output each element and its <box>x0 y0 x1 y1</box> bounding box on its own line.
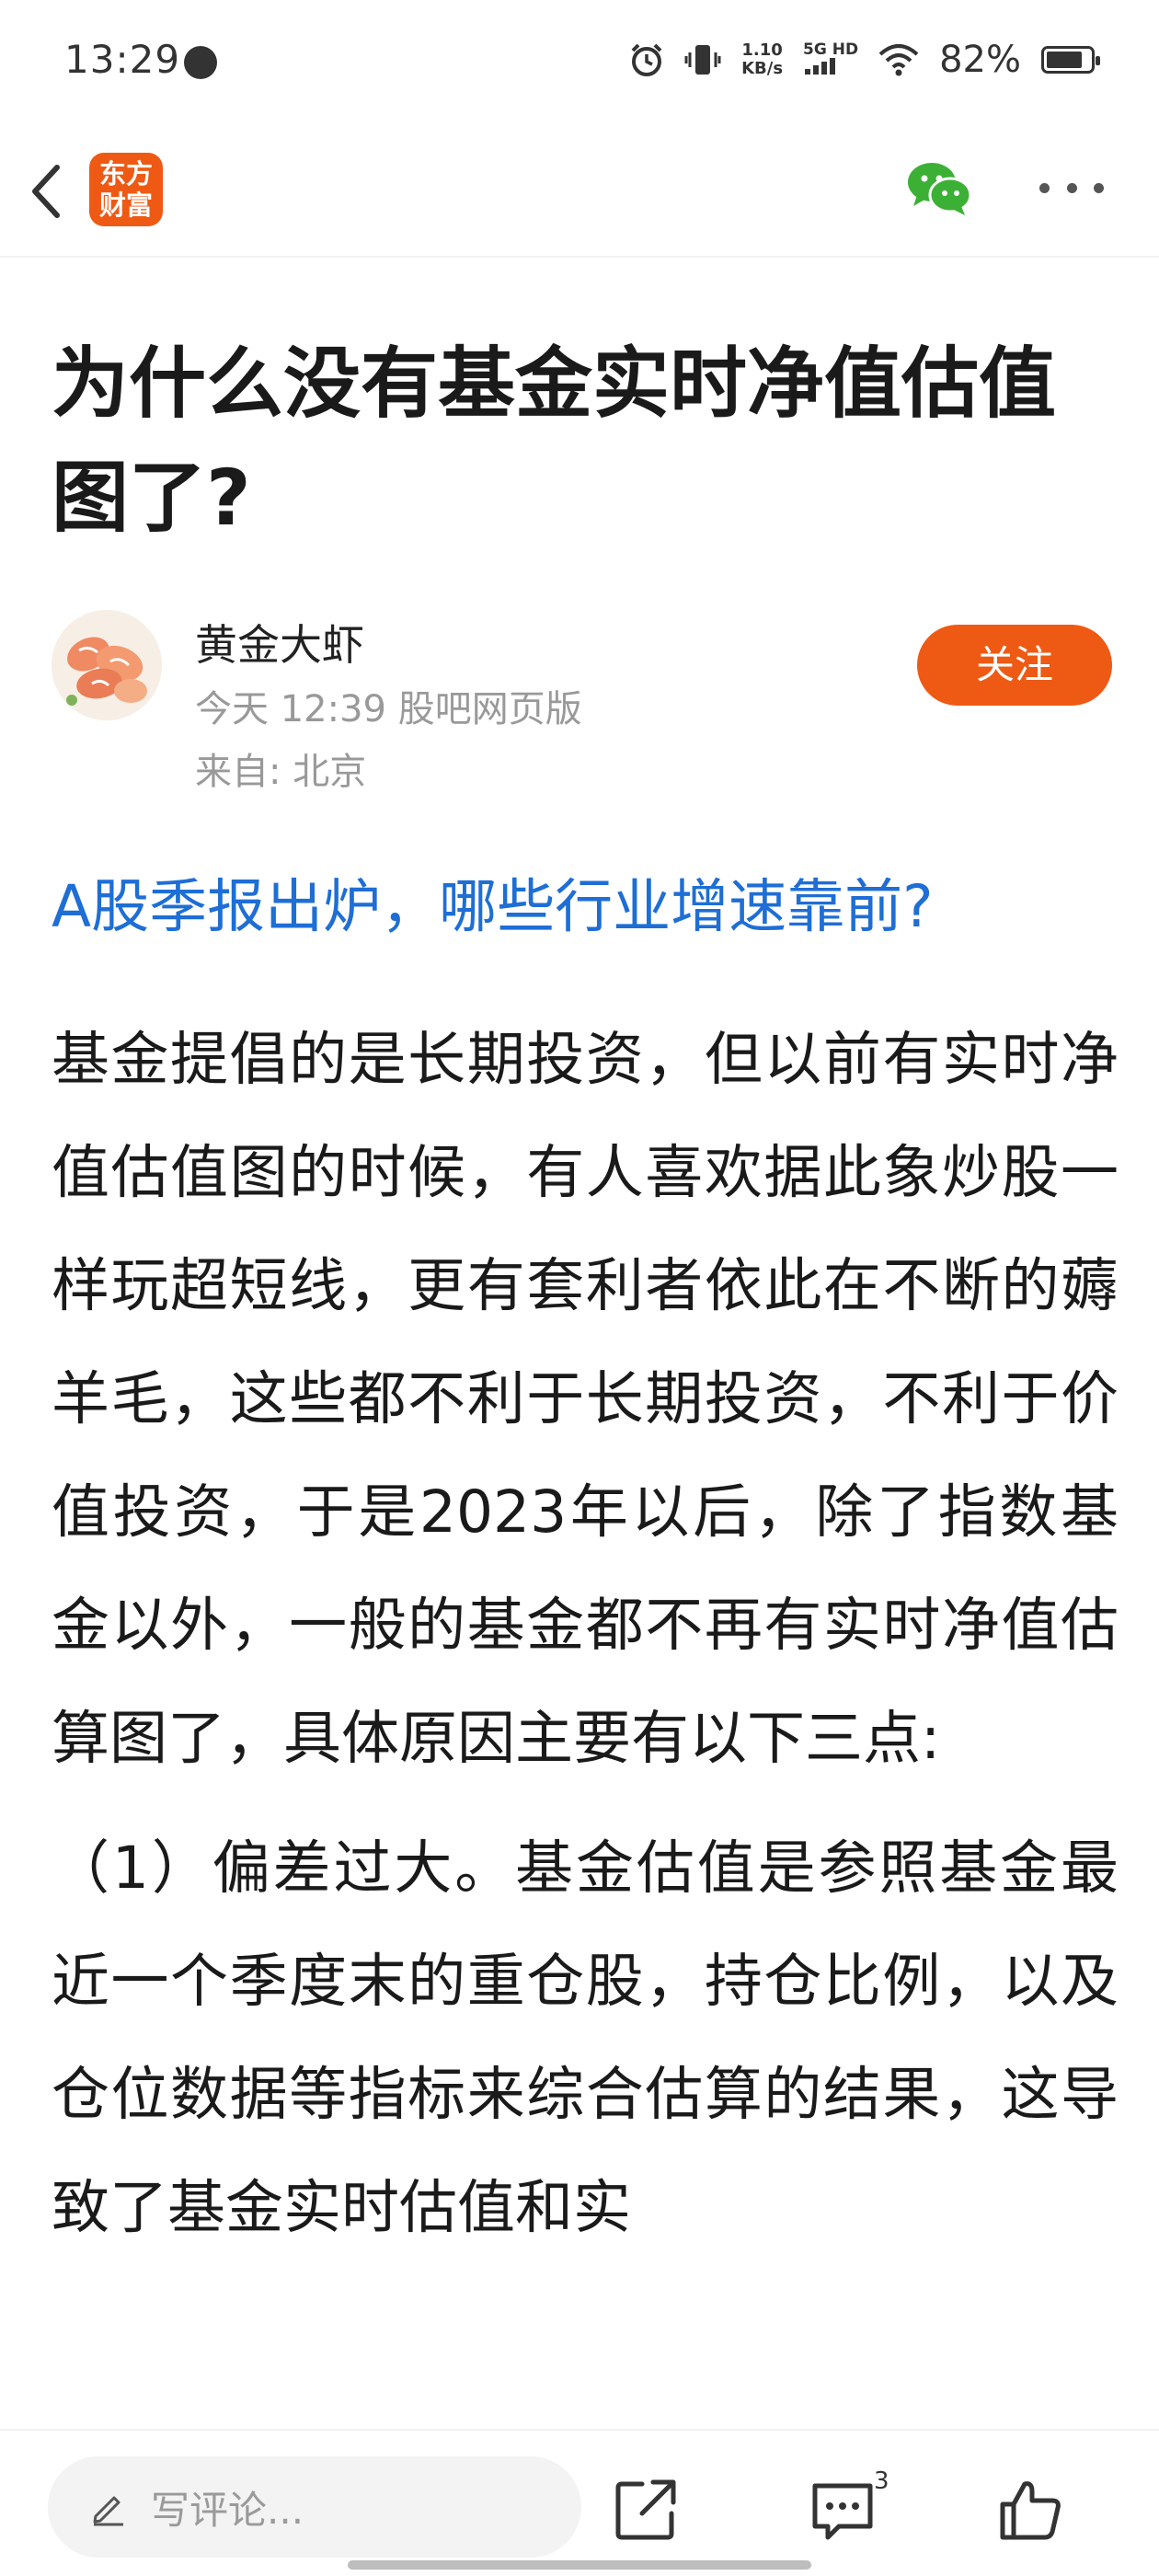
paragraph: 基金提倡的是长期投资，但以前有实时净值估值图的时候，有人喜欢据此象炒股一样玩超短… <box>52 1026 1119 1772</box>
shrimp-avatar-icon <box>52 610 162 720</box>
wifi-icon <box>878 41 919 78</box>
back-button[interactable] <box>20 155 75 228</box>
wechat-icon <box>908 163 972 215</box>
signal-label: 5G HD <box>803 40 859 59</box>
more-dot-icon <box>1039 182 1050 193</box>
vibrate-icon <box>684 41 721 78</box>
top-nav: 东方 财富 <box>0 120 1159 258</box>
status-time: 13:29 <box>64 37 181 82</box>
author-name[interactable]: 黄金大虾 <box>195 612 364 673</box>
more-dot-icon <box>1094 182 1104 193</box>
article-body: 基金提倡的是长期投资，但以前有实时净值估值图的时候，有人喜欢据此象炒股一样玩超短… <box>52 1003 1119 2264</box>
like-button[interactable] <box>995 2475 1065 2545</box>
cellular-signal-icon: 5G HD <box>803 41 858 78</box>
status-icons: 1.10 KB/s 5G HD 82% <box>629 39 1100 81</box>
post-time-source: 今天 12:39 股吧网页版 <box>195 688 582 730</box>
home-indicator[interactable] <box>348 2560 811 2570</box>
comment-icon <box>812 2483 873 2540</box>
article-title: 为什么没有基金实时净值估值图了? <box>52 339 1057 543</box>
network-speed: 1.10 KB/s <box>741 41 783 78</box>
promo-link[interactable]: A股季报出炉，哪些行业增速靠前? <box>52 860 934 944</box>
comments-button[interactable] <box>808 2475 878 2545</box>
comment-placeholder: 写评论... <box>151 2487 304 2533</box>
battery-percent: 82% <box>939 39 1021 81</box>
battery-fill <box>1047 52 1082 68</box>
post-location: 来自: 北京 <box>195 751 367 793</box>
more-options-button[interactable] <box>1039 178 1104 197</box>
bottom-toolbar: 写评论... 3 <box>0 2429 1159 2576</box>
battery-icon <box>1041 46 1100 74</box>
share-button[interactable] <box>611 2475 681 2545</box>
eastmoney-logo[interactable]: 东方 财富 <box>89 153 163 226</box>
pencil-icon <box>93 2496 123 2526</box>
app-notification-icon <box>184 46 217 79</box>
follow-button[interactable]: 关注 <box>917 625 1112 706</box>
thumbs-up-icon <box>1000 2481 1061 2540</box>
more-dot-icon <box>1066 182 1077 193</box>
comment-input[interactable]: 写评论... <box>48 2456 581 2558</box>
status-bar: 13:29 1.10 KB/s 5G HD 82% <box>0 0 1159 120</box>
author-avatar[interactable] <box>52 610 162 720</box>
share-icon <box>615 2479 676 2540</box>
paragraph: （1）偏差过大。基金估值是参照基金最近一个季度末的重仓股，持仓比例，以及仓位数据… <box>52 1834 1119 2241</box>
net-speed-unit: KB/s <box>741 59 784 78</box>
brand-line-1: 东方 <box>98 158 153 190</box>
alarm-icon <box>629 41 664 78</box>
net-speed-value: 1.10 <box>741 40 783 60</box>
comment-count-badge: 3 <box>874 2467 889 2495</box>
wechat-share-button[interactable] <box>906 158 972 219</box>
chevron-left-icon <box>32 165 60 218</box>
brand-line-2: 财富 <box>98 190 153 221</box>
